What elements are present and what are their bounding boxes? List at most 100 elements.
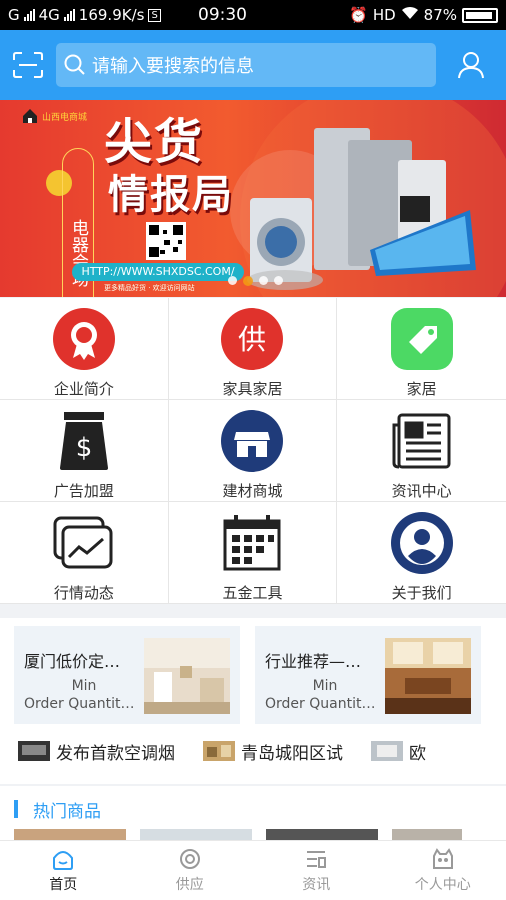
grid-item-building-mall[interactable]: 建材商城	[168, 400, 338, 502]
grid-item-label: 关于我们	[391, 584, 452, 602]
grid-item-label: 广告加盟	[53, 482, 114, 500]
scan-button[interactable]	[0, 30, 56, 100]
store-icon	[221, 410, 284, 472]
supply-tab-icon	[179, 848, 200, 869]
card-title: 行业推荐—…	[265, 652, 362, 671]
banner-logo: 山西电商城	[22, 108, 87, 124]
tab-news[interactable]: 资讯	[253, 841, 380, 900]
carousel-dot[interactable]	[274, 276, 283, 285]
grid-item-label: 家具家居	[222, 380, 283, 398]
search-placeholder: 请输入要搜索的信息	[92, 56, 254, 77]
money-bag-icon: $	[59, 412, 108, 470]
grid-item-hardware-tools[interactable]: 五金工具	[168, 502, 338, 604]
carrier-label: G	[8, 6, 20, 24]
signal-icon-2	[63, 9, 75, 21]
section-title: 热门商品	[33, 802, 101, 822]
svg-text:供: 供	[238, 323, 266, 356]
tag-icon	[390, 308, 453, 370]
ticker-thumb	[371, 741, 403, 761]
carousel-dot[interactable]	[228, 276, 237, 285]
tab-home[interactable]: 首页	[0, 841, 127, 900]
tab-profile[interactable]: 个人中心	[380, 841, 506, 900]
card-order-label: Order Quantit…	[24, 696, 135, 712]
alarm-icon: ⏰	[349, 6, 368, 24]
grid-item-label: 资讯中心	[391, 482, 452, 500]
grid-item-furniture[interactable]: 供 家具家居	[168, 298, 338, 400]
banner-title-1: 尖货	[104, 114, 205, 170]
grid-item-label: 家居	[406, 380, 437, 398]
category-grid: 企业简介 供 家具家居 家居 $ 广告加盟 建材商城 资讯中心 行情动态 五金工…	[0, 298, 506, 604]
ticker-text: 青岛城阳区试	[241, 743, 343, 764]
recommend-card[interactable]: 厦门低价定… Min Order Quantit…	[14, 626, 240, 724]
promo-banner[interactable]: 山西电商城 电器会场 尖货 情报局 HTTP://WWW.SHXDSC.COM/…	[0, 100, 506, 297]
grid-item-about-us[interactable]: 关于我们	[337, 502, 506, 604]
tab-label: 资讯	[302, 876, 331, 893]
banner-title-2: 情报局	[108, 172, 234, 218]
battery-icon	[462, 7, 498, 23]
card-title: 厦门低价定…	[24, 652, 121, 671]
grid-item-market-trends[interactable]: 行情动态	[0, 502, 169, 604]
carousel-dot-active[interactable]	[243, 276, 253, 286]
user-icon	[458, 52, 484, 79]
supply-icon: 供	[221, 308, 284, 370]
section-accent-bar	[14, 800, 18, 818]
grid-item-ad-join[interactable]: $ 广告加盟	[0, 400, 169, 502]
home-icon	[53, 850, 74, 870]
ticker-thumb	[203, 741, 235, 761]
search-icon	[64, 54, 85, 75]
card-image	[385, 638, 471, 714]
network-label: 4G	[38, 6, 60, 24]
hot-products-section: 热门商品	[0, 786, 506, 841]
card-order-label: Order Quantit…	[265, 696, 376, 712]
tab-supply[interactable]: 供应	[127, 841, 254, 900]
battery-percent: 87%	[423, 6, 457, 24]
carousel-dots	[228, 276, 283, 286]
ticker-item[interactable]: 欧	[371, 739, 426, 764]
search-input[interactable]: 请输入要搜索的信息	[56, 43, 436, 87]
card-image	[144, 638, 230, 714]
bottom-tab-bar: 首页 供应 资讯 个人中心	[0, 840, 506, 900]
grid-item-label: 五金工具	[222, 584, 283, 602]
card-min-label: Min	[312, 678, 338, 694]
wifi-icon	[401, 6, 419, 24]
svg-text:$: $	[76, 433, 93, 463]
net-speed: 169.9K/s	[78, 6, 145, 24]
grid-item-label: 行情动态	[53, 584, 114, 602]
banner-subtext: 更多精品好货 · 欢迎访问网站	[104, 284, 195, 292]
tab-label: 个人中心	[414, 876, 471, 893]
clock: 09:30	[198, 5, 247, 25]
home-logo-icon	[23, 109, 37, 123]
qr-code-icon	[146, 222, 186, 260]
grid-item-label: 企业简介	[53, 380, 114, 398]
news-ticker: 发布首款空调烟 青岛城阳区试 欧	[18, 732, 506, 770]
grid-item-label: 建材商城	[222, 482, 283, 500]
grid-item-home[interactable]: 家居	[337, 298, 506, 400]
newspaper-icon	[392, 413, 451, 469]
tab-label: 供应	[175, 876, 204, 893]
top-header: 请输入要搜索的信息	[0, 30, 506, 100]
banner-url: HTTP://WWW.SHXDSC.COM/	[72, 263, 244, 281]
signal-icon	[23, 9, 35, 21]
user-circle-icon	[390, 512, 453, 574]
status-bar: G 4G 169.9K/s S 09:30 ⏰ HD 87%	[0, 0, 506, 30]
ticker-thumb	[18, 741, 50, 761]
ticker-item[interactable]: 发布首款空调烟	[18, 739, 175, 764]
recommend-card[interactable]: 行业推荐—… Min Order Quantit…	[255, 626, 481, 724]
calendar-icon	[223, 515, 281, 571]
grid-item-company-intro[interactable]: 企业简介	[0, 298, 169, 400]
news-icon	[307, 850, 327, 868]
hd-label: HD	[372, 6, 396, 24]
grid-item-news-center[interactable]: 资讯中心	[337, 400, 506, 502]
banner-logo-text: 山西电商城	[42, 112, 88, 123]
profile-icon	[432, 847, 453, 869]
trend-chart-icon	[53, 516, 113, 569]
scan-icon	[13, 52, 43, 78]
ticker-text: 欧	[409, 743, 426, 764]
ticker-item[interactable]: 青岛城阳区试	[203, 739, 343, 764]
carousel-dot[interactable]	[259, 276, 268, 285]
ticker-text: 发布首款空调烟	[56, 743, 175, 764]
user-button[interactable]	[436, 30, 506, 100]
sim-icon: S	[148, 8, 161, 22]
award-icon	[52, 308, 115, 370]
card-min-label: Min	[71, 678, 97, 694]
